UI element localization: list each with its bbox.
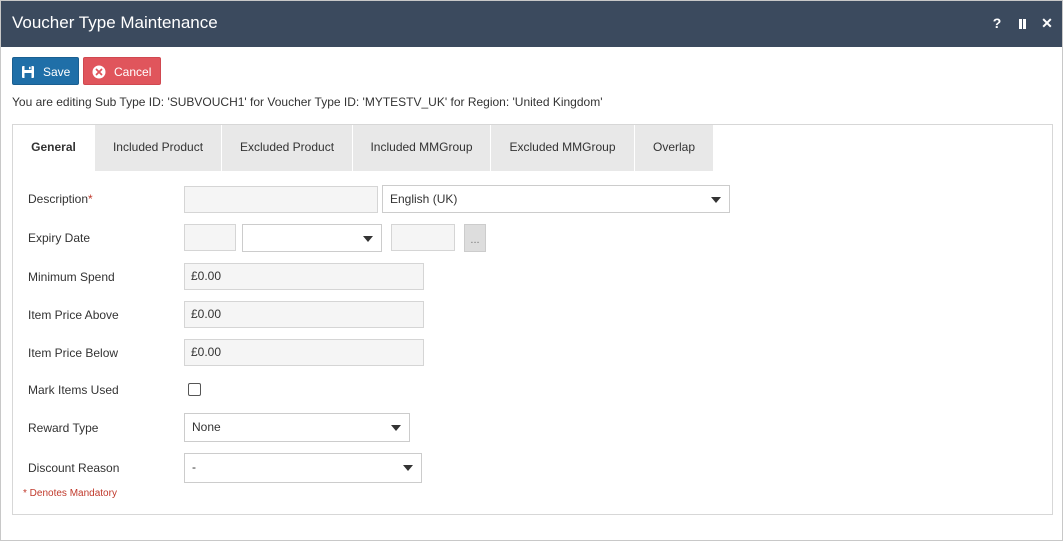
- chevron-down-icon: [363, 236, 373, 242]
- save-button[interactable]: Save: [12, 57, 79, 85]
- tab-overlap[interactable]: Overlap: [635, 125, 714, 171]
- close-icon[interactable]: ✕: [1038, 14, 1056, 32]
- cancel-button-label: Cancel: [114, 65, 152, 79]
- tab-included-mmgroup[interactable]: Included MMGroup: [353, 125, 491, 171]
- save-button-label: Save: [43, 65, 71, 79]
- mark-items-used-checkbox[interactable]: [188, 383, 201, 396]
- chevron-down-icon: [391, 425, 401, 431]
- language-select-value: English (UK): [390, 192, 458, 206]
- title-bar: Voucher Type Maintenance ? ✕: [1, 1, 1062, 47]
- minimum-spend-label: Minimum Spend: [28, 270, 115, 284]
- discount-reason-select[interactable]: -: [184, 453, 422, 483]
- reward-type-label: Reward Type: [28, 421, 99, 435]
- discount-reason-label: Discount Reason: [28, 461, 120, 475]
- tab-included-product[interactable]: Included Product: [95, 125, 222, 171]
- date-picker-button[interactable]: ...: [464, 224, 486, 252]
- chevron-down-icon: [403, 465, 413, 471]
- reward-type-select[interactable]: None: [184, 413, 410, 442]
- description-input[interactable]: [184, 186, 378, 213]
- tab-panel: General Included Product Excluded Produc…: [12, 124, 1053, 515]
- mark-items-used-label: Mark Items Used: [28, 383, 119, 397]
- pause-icon[interactable]: [1013, 14, 1031, 32]
- item-price-above-input[interactable]: £0.00: [184, 301, 424, 328]
- tab-general[interactable]: General: [13, 125, 95, 171]
- description-label: Description*: [28, 192, 93, 206]
- window-title: Voucher Type Maintenance: [12, 13, 218, 32]
- item-price-below-label: Item Price Below: [28, 346, 119, 360]
- tab-excluded-product[interactable]: Excluded Product: [222, 125, 353, 171]
- expiry-month-select[interactable]: [242, 224, 382, 252]
- tab-bar: General Included Product Excluded Produc…: [13, 125, 1052, 171]
- minimum-spend-input[interactable]: £0.00: [184, 263, 424, 290]
- editing-info-text: You are editing Sub Type ID: 'SUBVOUCH1'…: [12, 95, 603, 109]
- language-select[interactable]: English (UK): [382, 185, 730, 213]
- expiry-day-input[interactable]: [184, 224, 236, 251]
- cancel-circle-icon: [92, 65, 106, 79]
- tab-excluded-mmgroup[interactable]: Excluded MMGroup: [491, 125, 635, 171]
- expiry-year-input[interactable]: [391, 224, 455, 251]
- item-price-below-input[interactable]: £0.00: [184, 339, 424, 366]
- expiry-date-label: Expiry Date: [28, 231, 91, 245]
- voucher-type-maintenance-window: Voucher Type Maintenance ? ✕ Save Cancel…: [0, 0, 1063, 541]
- item-price-above-label: Item Price Above: [28, 308, 119, 322]
- floppy-disk-icon: [22, 66, 34, 78]
- reward-type-value: None: [192, 420, 221, 434]
- description-label-text: Description: [28, 192, 89, 206]
- chevron-down-icon: [711, 197, 721, 203]
- discount-reason-value: -: [192, 460, 196, 474]
- required-marker: *: [88, 192, 93, 206]
- help-icon[interactable]: ?: [988, 14, 1006, 32]
- cancel-button[interactable]: Cancel: [83, 57, 161, 85]
- mandatory-note: * Denotes Mandatory: [23, 488, 117, 499]
